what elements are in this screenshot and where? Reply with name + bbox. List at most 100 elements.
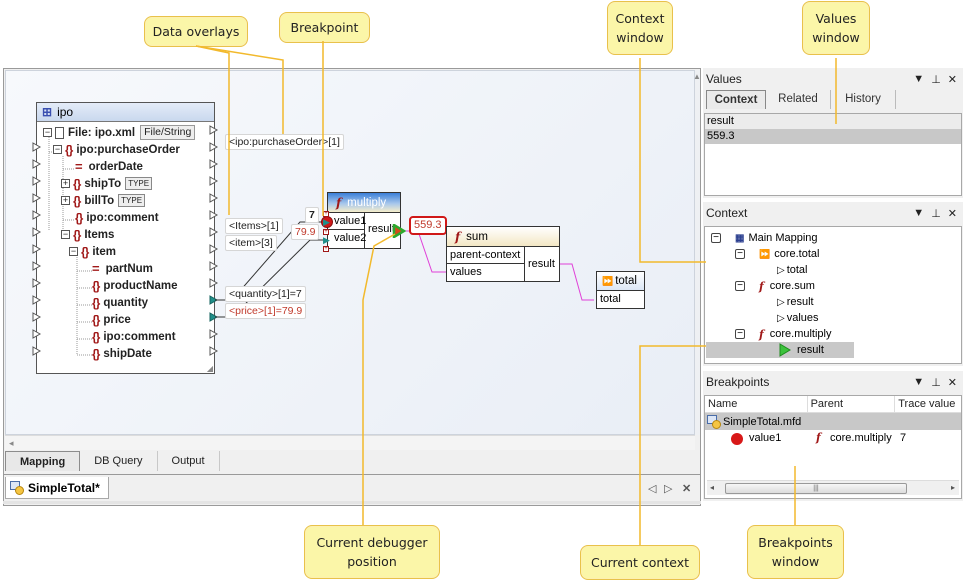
context-node-label: values [786, 312, 819, 324]
breakpoints-panel-header: Breakpoints ▼ ⊥ ✕ [703, 371, 963, 393]
current-debugger-position-icon [392, 224, 406, 238]
connected-port-icon: ▶ [323, 217, 330, 227]
context-panel-header: Context ▼ ⊥ ✕ [703, 202, 963, 224]
context-node-label: Main Mapping [748, 232, 818, 244]
input-value2[interactable]: value2 [328, 230, 366, 247]
breakpoint-name: value1 [749, 432, 782, 444]
scroll-left-arrow-icon[interactable]: ◂ [710, 483, 714, 492]
tab-mapping[interactable]: Mapping [5, 451, 81, 471]
collapse-icon[interactable]: − [735, 249, 745, 259]
context-node-sum-result[interactable]: ▷ result [777, 294, 814, 310]
sum-inputs: parent-context values [447, 247, 525, 281]
multiply-function[interactable]: f multiply value1 value2 result [327, 192, 401, 249]
breakpoints-table: Name Parent Trace value SimpleTotal.mfd … [704, 395, 962, 499]
output-component-icon: ⏩ [759, 248, 771, 259]
dropdown-arrow-icon[interactable]: ▼ [913, 207, 924, 220]
multiply-title-bar[interactable]: f multiply [328, 193, 400, 213]
values-panel-header: Values ▼ ⊥ ✕ [703, 68, 963, 90]
close-icon[interactable]: ✕ [948, 207, 957, 220]
breakpoints-hscrollbar[interactable]: ◂ ||| ▸ [707, 480, 959, 495]
context-node-total[interactable]: ▷ total [777, 262, 808, 278]
breakpoints-header-row: Name Parent Trace value [705, 396, 961, 413]
breakpoints-group-row[interactable]: SimpleTotal.mfd [705, 413, 961, 430]
context-node-core-total[interactable]: − ⏩ core.total [735, 246, 819, 262]
sum-function[interactable]: f sum parent-context values result [446, 226, 560, 282]
column-name[interactable]: Name [705, 396, 808, 412]
close-icon[interactable]: ✕ [948, 376, 957, 389]
overlay-item: <item>[3] [225, 235, 277, 251]
panel-title: Breakpoints [706, 375, 770, 389]
input-total[interactable]: total [597, 291, 644, 308]
mapping-icon: ▦ [735, 232, 745, 244]
add-input-icon[interactable]: + [323, 246, 329, 252]
context-node-core-multiply[interactable]: − f core.multiply [735, 326, 831, 342]
values-row[interactable]: result [705, 114, 961, 129]
input-parent-context[interactable]: parent-context [447, 247, 524, 264]
add-input-icon[interactable]: + [323, 211, 329, 217]
overlay-value1-input: 7 [305, 207, 319, 223]
collapse-icon[interactable]: − [711, 233, 721, 243]
pin-icon[interactable]: ⊥ [931, 376, 941, 389]
pin-icon[interactable]: ⊥ [931, 73, 941, 86]
close-document-icon[interactable]: ✕ [682, 482, 691, 495]
column-trace-value[interactable]: Trace value [895, 396, 961, 412]
context-node-label: result [786, 296, 814, 308]
group-label: SimpleTotal.mfd [723, 415, 802, 428]
collapse-icon[interactable]: − [735, 281, 745, 291]
tab-context[interactable]: Context [706, 90, 766, 109]
input-values[interactable]: values [447, 264, 524, 281]
callout-current-context: Current context [580, 545, 700, 580]
overlay-multiply-result: 559.3 [409, 216, 447, 235]
output-result[interactable]: result [368, 223, 395, 235]
multiply-inputs: value1 value2 [328, 213, 366, 248]
column-parent[interactable]: Parent [808, 396, 896, 412]
function-icon: f [759, 327, 764, 341]
breakpoint-icon [731, 433, 743, 445]
output-result[interactable]: result [528, 258, 555, 270]
values-row[interactable]: 559.3 [705, 129, 961, 144]
close-icon[interactable]: ✕ [948, 73, 957, 86]
overlay-quantity: <quantity>[1]=7 [225, 286, 306, 302]
component-title: total [615, 275, 637, 287]
current-position-icon [779, 343, 791, 357]
overlay-price: <price>[1]=79.9 [225, 303, 307, 319]
overlay-value2-input: 79.9 [291, 224, 320, 240]
port-icon: ▷ [777, 312, 785, 324]
pin-icon[interactable]: ⊥ [931, 207, 941, 220]
tab-output[interactable]: Output [157, 451, 220, 471]
collapse-icon[interactable]: − [735, 329, 745, 339]
prev-document-icon[interactable]: ◁ [648, 482, 656, 495]
overlay-purchase-order: <ipo:purchaseOrder>[1] [225, 134, 344, 150]
dropdown-arrow-icon[interactable]: ▼ [913, 376, 924, 389]
context-node-main-mapping[interactable]: − ▦ Main Mapping [711, 230, 818, 246]
context-node-sum-values[interactable]: ▷ values [777, 310, 819, 326]
callout-breakpoint: Breakpoint [279, 12, 370, 43]
total-output-component[interactable]: ⏩ total total [596, 271, 645, 309]
document-tab[interactable]: SimpleTotal* [5, 477, 109, 499]
input-value1[interactable]: value1 [328, 213, 366, 230]
context-tree: − ▦ Main Mapping − ⏩ core.total ▷ total … [704, 226, 962, 364]
tab-db-query[interactable]: DB Query [80, 451, 158, 471]
tab-related[interactable]: Related [766, 90, 831, 109]
breakpoint-parent: core.multiply [830, 432, 892, 444]
next-document-icon[interactable]: ▷ [664, 482, 672, 495]
total-title-bar[interactable]: ⏩ total [597, 272, 644, 291]
scroll-right-arrow-icon[interactable]: ▸ [951, 483, 955, 492]
context-node-core-sum[interactable]: − f core.sum [735, 278, 815, 294]
tab-history[interactable]: History [831, 90, 896, 109]
values-tabs: Context Related History [706, 90, 963, 109]
breakpoints-panel: Breakpoints ▼ ⊥ ✕ Name Parent Trace valu… [703, 371, 963, 501]
port-icon: ▷ [777, 296, 785, 308]
context-node-label: result [797, 344, 824, 356]
dropdown-arrow-icon[interactable]: ▼ [913, 73, 924, 86]
document-tab-label: SimpleTotal* [28, 480, 100, 495]
add-input-icon[interactable]: + [323, 229, 329, 235]
callout-context-window: Context window [607, 1, 673, 55]
function-icon: f [816, 431, 821, 444]
scroll-thumb[interactable]: ||| [725, 483, 907, 494]
context-node-current-result[interactable]: result [706, 342, 854, 358]
connection-result-to-values [404, 230, 446, 273]
sum-title-bar[interactable]: f sum [447, 227, 559, 247]
values-list: result 559.3 [704, 113, 962, 196]
breakpoint-row[interactable]: value1 f core.multiply 7 [705, 430, 961, 448]
